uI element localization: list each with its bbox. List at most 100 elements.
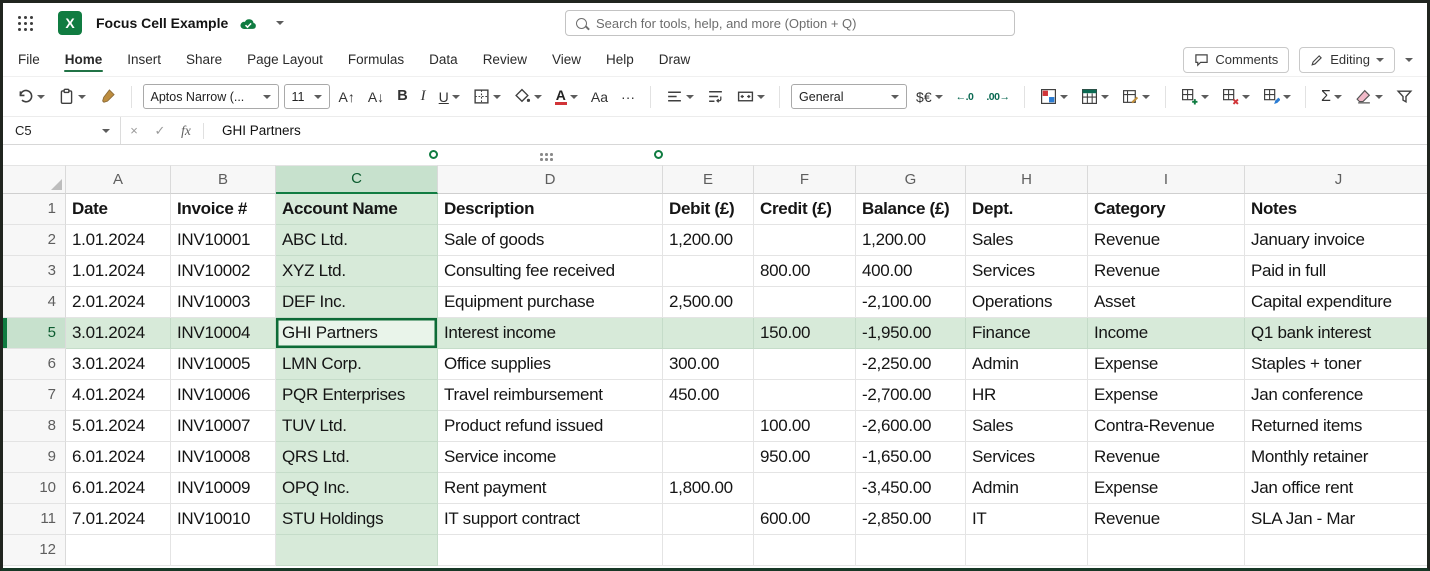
cell-E12[interactable]: [663, 535, 754, 566]
cell-F12[interactable]: [754, 535, 856, 566]
cell-E11[interactable]: [663, 504, 754, 535]
cell-A4[interactable]: 2.01.2024: [66, 287, 171, 318]
cell-E4[interactable]: 2,500.00: [663, 287, 754, 318]
cell-J5[interactable]: Q1 bank interest: [1245, 318, 1427, 349]
font-name-select[interactable]: Aptos Narrow (...: [142, 84, 279, 109]
format-as-table-button[interactable]: [1077, 85, 1113, 108]
cell-B8[interactable]: INV10007: [171, 411, 276, 442]
cell-H1[interactable]: Dept.: [966, 194, 1088, 225]
cell-C8[interactable]: TUV Ltd.: [276, 411, 438, 442]
column-header-E[interactable]: E: [663, 165, 754, 194]
cell-G3[interactable]: 400.00: [856, 256, 966, 287]
row-header-10[interactable]: 10: [3, 473, 66, 504]
row-header-5[interactable]: 5: [3, 318, 66, 349]
conditional-formatting-button[interactable]: [1036, 85, 1072, 108]
underline-button[interactable]: U: [435, 87, 464, 107]
cell-D12[interactable]: [438, 535, 663, 566]
cell-I10[interactable]: Expense: [1088, 473, 1245, 504]
cell-G10[interactable]: -3,450.00: [856, 473, 966, 504]
align-button[interactable]: [662, 85, 698, 108]
cell-I1[interactable]: Category: [1088, 194, 1245, 225]
number-format-select[interactable]: General: [791, 84, 908, 109]
cell-F11[interactable]: 600.00: [754, 504, 856, 535]
cell-J6[interactable]: Staples + toner: [1245, 349, 1427, 380]
cell-J10[interactable]: Jan office rent: [1245, 473, 1427, 504]
cell-E1[interactable]: Debit (£): [663, 194, 754, 225]
italic-button[interactable]: I: [417, 86, 430, 107]
more-font-options-button[interactable]: ···: [617, 87, 639, 107]
cell-D6[interactable]: Office supplies: [438, 349, 663, 380]
delete-cells-button[interactable]: [1218, 85, 1254, 108]
cell-E7[interactable]: 450.00: [663, 380, 754, 411]
cell-G11[interactable]: -2,850.00: [856, 504, 966, 535]
cell-B4[interactable]: INV10003: [171, 287, 276, 318]
cell-D8[interactable]: Product refund issued: [438, 411, 663, 442]
insert-cells-button[interactable]: [1177, 85, 1213, 108]
cell-J12[interactable]: [1245, 535, 1427, 566]
cell-H2[interactable]: Sales: [966, 225, 1088, 256]
cell-B2[interactable]: INV10001: [171, 225, 276, 256]
cell-D1[interactable]: Description: [438, 194, 663, 225]
cell-I6[interactable]: Expense: [1088, 349, 1245, 380]
row-header-7[interactable]: 7: [3, 380, 66, 411]
cell-J3[interactable]: Paid in full: [1245, 256, 1427, 287]
wrap-text-button[interactable]: [703, 85, 728, 108]
cell-A11[interactable]: 7.01.2024: [66, 504, 171, 535]
paste-button[interactable]: [54, 85, 90, 108]
cell-E2[interactable]: 1,200.00: [663, 225, 754, 256]
cell-A9[interactable]: 6.01.2024: [66, 442, 171, 473]
title-dropdown-chevron-icon[interactable]: [276, 21, 285, 25]
cell-H8[interactable]: Sales: [966, 411, 1088, 442]
cell-G4[interactable]: -2,100.00: [856, 287, 966, 318]
tab-insert[interactable]: Insert: [126, 44, 162, 75]
cell-D5[interactable]: Interest income: [438, 318, 663, 349]
cell-I5[interactable]: Income: [1088, 318, 1245, 349]
row-header-11[interactable]: 11: [3, 504, 66, 535]
cell-G8[interactable]: -2,600.00: [856, 411, 966, 442]
cell-I9[interactable]: Revenue: [1088, 442, 1245, 473]
tab-share[interactable]: Share: [185, 44, 223, 75]
cell-D7[interactable]: Travel reimbursement: [438, 380, 663, 411]
cell-A10[interactable]: 6.01.2024: [66, 473, 171, 504]
tab-formulas[interactable]: Formulas: [347, 44, 405, 75]
column-header-C[interactable]: C: [276, 165, 438, 194]
cell-styles-button[interactable]: [1118, 85, 1154, 108]
cell-E10[interactable]: 1,800.00: [663, 473, 754, 504]
cell-I7[interactable]: Expense: [1088, 380, 1245, 411]
grow-font-button[interactable]: A↑: [335, 87, 359, 107]
tab-page-layout[interactable]: Page Layout: [246, 44, 324, 75]
column-header-G[interactable]: G: [856, 165, 966, 194]
row-header-12[interactable]: 12: [3, 535, 66, 566]
cell-H3[interactable]: Services: [966, 256, 1088, 287]
cell-E8[interactable]: [663, 411, 754, 442]
cell-I2[interactable]: Revenue: [1088, 225, 1245, 256]
fill-color-button[interactable]: [510, 85, 546, 108]
tab-view[interactable]: View: [551, 44, 582, 75]
ribbon-collapse-chevron-icon[interactable]: [1405, 57, 1413, 62]
cell-H11[interactable]: IT: [966, 504, 1088, 535]
cell-D9[interactable]: Service income: [438, 442, 663, 473]
tab-file[interactable]: File: [17, 44, 41, 75]
cell-A2[interactable]: 1.01.2024: [66, 225, 171, 256]
cell-B10[interactable]: INV10009: [171, 473, 276, 504]
autosum-button[interactable]: Σ: [1317, 86, 1346, 108]
editing-mode-button[interactable]: Editing: [1299, 46, 1395, 73]
cell-J7[interactable]: Jan conference: [1245, 380, 1427, 411]
clear-button[interactable]: [1351, 85, 1387, 108]
cell-A7[interactable]: 4.01.2024: [66, 380, 171, 411]
cell-B11[interactable]: INV10010: [171, 504, 276, 535]
selection-handle-right-icon[interactable]: [654, 150, 663, 159]
cell-G12[interactable]: [856, 535, 966, 566]
column-header-H[interactable]: H: [966, 165, 1088, 194]
cell-F8[interactable]: 100.00: [754, 411, 856, 442]
bold-button[interactable]: B: [393, 86, 411, 107]
cell-C1[interactable]: Account Name: [276, 194, 438, 225]
cell-A12[interactable]: [66, 535, 171, 566]
shrink-font-button[interactable]: A↓: [364, 87, 388, 107]
cell-J8[interactable]: Returned items: [1245, 411, 1427, 442]
cell-E6[interactable]: 300.00: [663, 349, 754, 380]
merge-center-button[interactable]: [733, 85, 769, 108]
cell-B1[interactable]: Invoice #: [171, 194, 276, 225]
increase-decimal-button[interactable]: .00→: [982, 88, 1013, 106]
row-header-4[interactable]: 4: [3, 287, 66, 318]
